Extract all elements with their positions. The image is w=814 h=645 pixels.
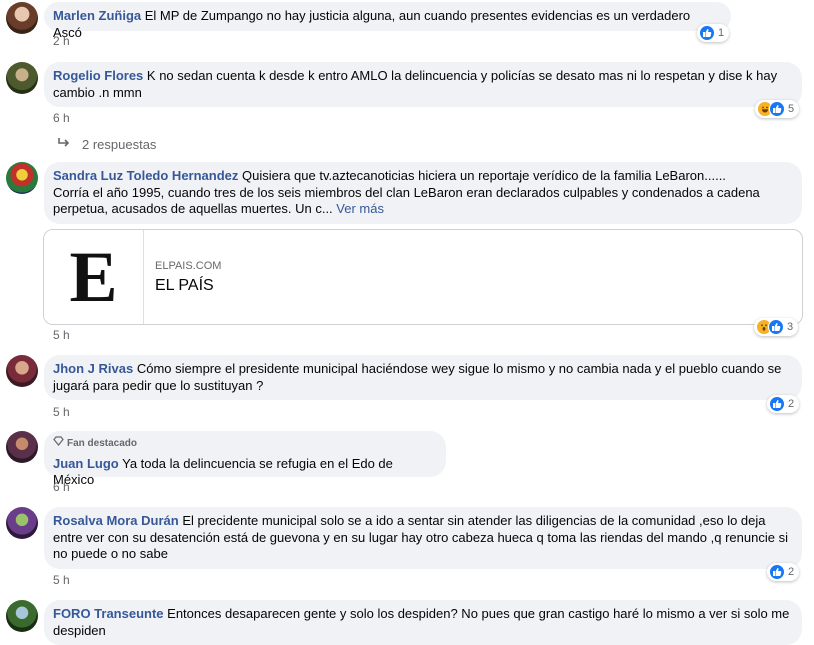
comment-author[interactable]: Juan Lugo xyxy=(53,456,119,471)
avatar[interactable] xyxy=(6,600,38,632)
reaction-summary[interactable]: 5 xyxy=(755,100,800,118)
like-icon xyxy=(699,25,715,41)
comment-timestamp[interactable]: 5 h xyxy=(53,573,70,587)
comment-author[interactable]: Sandra Luz Toledo Hernandez xyxy=(53,168,238,183)
reaction-summary[interactable]: 3 xyxy=(754,318,799,336)
like-icon xyxy=(769,396,785,412)
reaction-count: 5 xyxy=(788,103,795,115)
reply-arrow-icon xyxy=(57,137,71,152)
comment-text: Cómo siempre el presidente municipal hac… xyxy=(53,361,782,393)
top-fan-badge: Fan destacado xyxy=(53,436,436,453)
diamond-icon xyxy=(53,436,64,453)
badge-label: Fan destacado xyxy=(67,438,138,449)
comment-author[interactable]: Marlen Zuñiga xyxy=(53,8,141,23)
comment-timestamp[interactable]: 2 h xyxy=(53,34,70,48)
reaction-count: 2 xyxy=(788,566,795,578)
comment-timestamp[interactable]: 5 h xyxy=(53,328,70,342)
reaction-summary[interactable]: 2 xyxy=(767,563,800,581)
reaction-count: 3 xyxy=(787,321,794,333)
comment-bubble: Sandra Luz Toledo Hernandez Quisiera que… xyxy=(44,162,802,224)
reaction-summary[interactable]: 2 xyxy=(767,395,800,413)
comment-text-continued: Corría el año 1995, cuando tres de los s… xyxy=(53,184,760,217)
link-preview-card[interactable]: E ELPAIS.COM EL PAÍS xyxy=(43,229,803,325)
comment-text: Quisiera que tv.aztecanoticias hiciera u… xyxy=(242,168,726,183)
comment-text: K no sedan cuenta k desde k entro AMLO l… xyxy=(53,68,778,100)
comment-timestamp[interactable]: 6 h xyxy=(53,480,70,494)
comment-text: El MP de Zumpango no hay justicia alguna… xyxy=(53,8,691,40)
reaction-summary[interactable]: 1 xyxy=(697,24,730,42)
replies-count-label: 2 respuestas xyxy=(82,137,157,152)
avatar[interactable] xyxy=(6,431,38,463)
comment-timestamp[interactable]: 6 h xyxy=(53,111,70,125)
avatar[interactable] xyxy=(6,355,38,387)
comment-bubble: Rosalva Mora Durán El precidente municip… xyxy=(44,507,802,569)
comment-text: Entonces desaparecen gente y solo los de… xyxy=(53,606,790,638)
like-icon xyxy=(769,564,785,580)
comment-author[interactable]: Rogelio Flores xyxy=(53,68,143,83)
avatar[interactable] xyxy=(6,2,38,34)
comment-author[interactable]: Jhon J Rivas xyxy=(53,361,133,376)
avatar[interactable] xyxy=(6,62,38,94)
el-pais-logo-letter: E xyxy=(69,237,118,317)
comment-bubble: Rogelio Flores K no sedan cuenta k desde… xyxy=(44,62,802,107)
view-replies-link[interactable]: 2 respuestas xyxy=(57,137,156,152)
comment-bubble: Fan destacado Juan Lugo Ya toda la delin… xyxy=(44,431,446,487)
link-preview-logo: E xyxy=(44,230,144,324)
like-icon xyxy=(768,319,784,335)
link-title: EL PAÍS xyxy=(155,277,214,294)
link-domain: ELPAIS.COM xyxy=(155,260,222,272)
comment-bubble: Jhon J Rivas Cómo siempre el presidente … xyxy=(44,355,802,400)
comment-author[interactable]: Rosalva Mora Durán xyxy=(53,513,179,528)
avatar[interactable] xyxy=(6,507,38,539)
comment-author[interactable]: FORO Transeunte xyxy=(53,606,164,621)
comment-timestamp[interactable]: 5 h xyxy=(53,405,70,419)
see-more-link[interactable]: Ver más xyxy=(336,201,384,216)
reaction-count: 2 xyxy=(788,398,795,410)
comment-bubble: Marlen Zuñiga El MP de Zumpango no hay j… xyxy=(44,2,731,40)
avatar[interactable] xyxy=(6,162,38,194)
comment-bubble: FORO Transeunte Entonces desaparecen gen… xyxy=(44,600,802,645)
reaction-count: 1 xyxy=(718,27,725,39)
like-icon xyxy=(769,101,785,117)
